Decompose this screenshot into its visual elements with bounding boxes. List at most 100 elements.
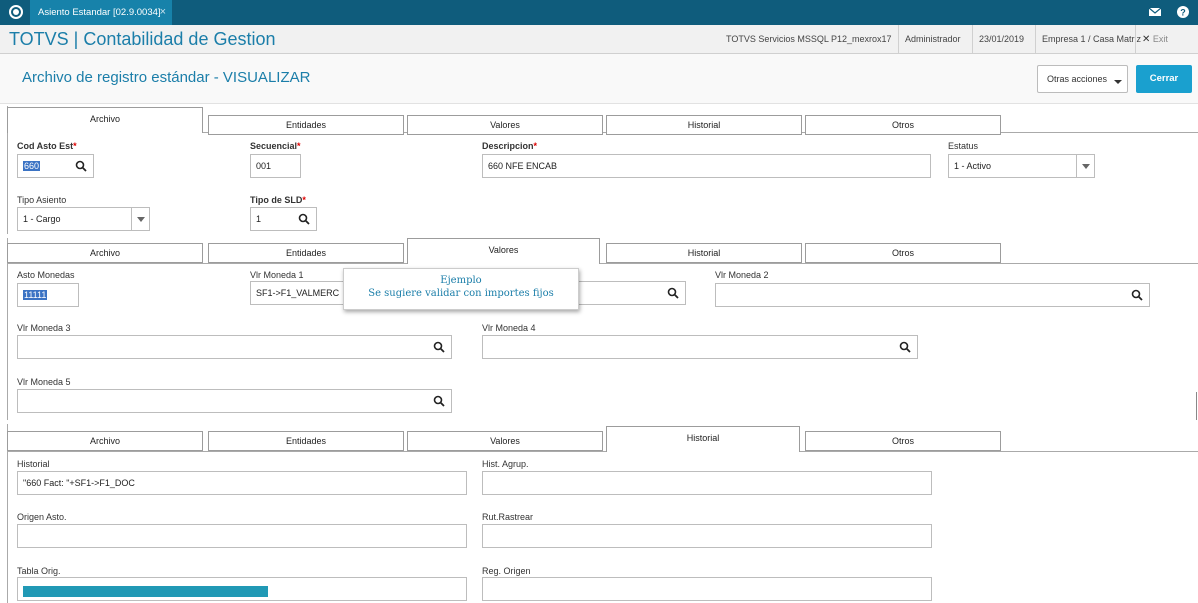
- tab-archivo[interactable]: Archivo: [7, 107, 203, 133]
- m4-label: Vlr Moneda 4: [482, 323, 536, 333]
- desc-input[interactable]: 660 NFE ENCAB: [482, 154, 931, 178]
- required-mark: *: [73, 141, 77, 151]
- m3-label: Vlr Moneda 3: [17, 323, 71, 333]
- cod-label: Cod Asto Est*: [17, 141, 77, 151]
- tipo-select[interactable]: 1 - Cargo: [17, 207, 150, 231]
- cod-input[interactable]: 660: [17, 154, 94, 178]
- tabla-progress-fill: [23, 586, 268, 597]
- tab-entidades[interactable]: Entidades: [208, 115, 404, 135]
- origen-label: Origen Asto.: [17, 512, 67, 522]
- asto-input[interactable]: 11111: [17, 283, 79, 307]
- m1-value: SF1->F1_VALMERC: [256, 288, 340, 298]
- tab-otros[interactable]: Otros: [805, 115, 1001, 135]
- close-tab-icon[interactable]: ×: [160, 0, 166, 25]
- m2-label: Vlr Moneda 2: [715, 270, 769, 280]
- scrollbar[interactable]: [1196, 392, 1197, 420]
- tooltip-title: Ejemplo: [440, 275, 482, 286]
- window-tab-label: Asiento Estandar [02.9.0034]: [38, 7, 161, 18]
- tab-valores[interactable]: Valores: [407, 431, 603, 451]
- tab-archivo[interactable]: Archivo: [7, 431, 203, 451]
- tooltip-text: Se sugiere validar con importes fijos: [368, 288, 554, 299]
- search-icon[interactable]: [298, 213, 310, 225]
- m5-input[interactable]: [17, 389, 452, 413]
- desc-label-text: Descripcion: [482, 141, 534, 151]
- tabla-input[interactable]: [17, 577, 467, 601]
- valores-section: Archivo Entidades Valores Historial Otro…: [0, 238, 1198, 420]
- page-title: Archivo de registro estándar - VISUALIZA…: [22, 69, 311, 86]
- required-mark: *: [302, 195, 306, 205]
- search-icon[interactable]: [899, 341, 911, 353]
- tab-bar: Archivo Entidades Valores Historial Otro…: [7, 106, 1198, 136]
- tab-valores[interactable]: Valores: [407, 238, 600, 264]
- caret-down-icon: [1114, 80, 1122, 84]
- dropdown-arrow-icon[interactable]: [1076, 155, 1094, 177]
- rut-label: Rut.Rastrear: [482, 512, 534, 522]
- tab-historial[interactable]: Historial: [606, 243, 802, 263]
- agrup-input[interactable]: [482, 471, 932, 495]
- sld-input[interactable]: 1: [250, 207, 317, 231]
- sec-label-text: Secuencial: [250, 141, 298, 151]
- company-status: Empresa 1 / Casa Matriz: [1035, 25, 1147, 54]
- tab-valores[interactable]: Valores: [407, 115, 603, 135]
- app-title: TOTVS | Contabilidad de Gestion: [9, 29, 276, 49]
- tab-line: [7, 263, 1198, 264]
- exit-button[interactable]: ✕ Exit: [1135, 25, 1174, 54]
- tab-historial[interactable]: Historial: [606, 426, 800, 452]
- help-icon[interactable]: ?: [1176, 5, 1190, 19]
- more-actions-button[interactable]: Otras acciones: [1037, 65, 1128, 93]
- search-icon[interactable]: [1131, 289, 1143, 301]
- tab-bar: Archivo Entidades Valores Historial Otro…: [7, 424, 1198, 454]
- sec-input[interactable]: 001: [250, 154, 301, 178]
- tab-otros[interactable]: Otros: [805, 243, 1001, 263]
- search-icon[interactable]: [75, 160, 87, 172]
- historial-section: Archivo Entidades Valores Historial Otro…: [0, 424, 1198, 603]
- totvs-logo-icon[interactable]: [9, 5, 23, 19]
- tab-entidades[interactable]: Entidades: [208, 431, 404, 451]
- more-actions-label: Otras acciones: [1047, 74, 1108, 84]
- server-status: TOTVS Servicios MSSQL P12_mexrox17: [726, 34, 892, 44]
- svg-text:?: ?: [1180, 8, 1186, 18]
- cod-value: 660: [23, 161, 41, 171]
- agrup-label: Hist. Agrup.: [482, 459, 529, 469]
- sld-label: Tipo de SLD*: [250, 195, 306, 205]
- sld-value: 1: [256, 214, 262, 224]
- tab-otros[interactable]: Otros: [805, 431, 1001, 451]
- date-status: 23/01/2019: [972, 25, 1030, 54]
- origen-input[interactable]: [17, 524, 467, 548]
- search-icon[interactable]: [433, 395, 445, 407]
- search-icon[interactable]: [433, 341, 445, 353]
- desc-label: Descripcion*: [482, 141, 537, 151]
- tipo-label: Tipo Asiento: [17, 195, 67, 205]
- estatus-label: Estatus: [948, 141, 979, 151]
- required-mark: *: [297, 141, 301, 151]
- m5-label: Vlr Moneda 5: [17, 377, 71, 387]
- mail-icon[interactable]: [1148, 5, 1162, 19]
- tooltip: Ejemplo Se sugiere validar con importes …: [343, 268, 579, 310]
- estatus-value: 1 - Activo: [954, 161, 992, 171]
- required-mark: *: [533, 141, 538, 151]
- m1-label: Vlr Moneda 1: [250, 270, 304, 280]
- dropdown-arrow-icon[interactable]: [131, 208, 149, 230]
- archivo-section: Archivo Entidades Valores Historial Otro…: [0, 106, 1198, 234]
- estatus-select[interactable]: 1 - Activo: [948, 154, 1095, 178]
- page-header: Archivo de registro estándar - VISUALIZA…: [0, 54, 1198, 104]
- reg-input[interactable]: [482, 577, 932, 601]
- sec-label: Secuencial*: [250, 141, 301, 151]
- reg-label: Reg. Origen: [482, 566, 531, 576]
- hist-input[interactable]: "660 Fact: "+SF1->F1_DOC: [17, 471, 467, 495]
- tab-historial[interactable]: Historial: [606, 115, 802, 135]
- tipo-value: 1 - Cargo: [23, 214, 61, 224]
- m4-input[interactable]: [482, 335, 918, 359]
- asto-value: 11111: [23, 290, 48, 300]
- close-button[interactable]: Cerrar: [1136, 65, 1192, 93]
- rut-input[interactable]: [482, 524, 932, 548]
- m3-input[interactable]: [17, 335, 452, 359]
- user-status: Administrador: [898, 25, 967, 54]
- tab-entidades[interactable]: Entidades: [208, 243, 404, 263]
- tab-archivo[interactable]: Archivo: [7, 243, 203, 263]
- m2-input[interactable]: [715, 283, 1150, 307]
- search-icon[interactable]: [667, 287, 679, 299]
- asto-label: Asto Monedas: [17, 270, 75, 280]
- exit-label: Exit: [1152, 34, 1168, 44]
- window-tab[interactable]: Asiento Estandar [02.9.0034] ×: [30, 0, 172, 25]
